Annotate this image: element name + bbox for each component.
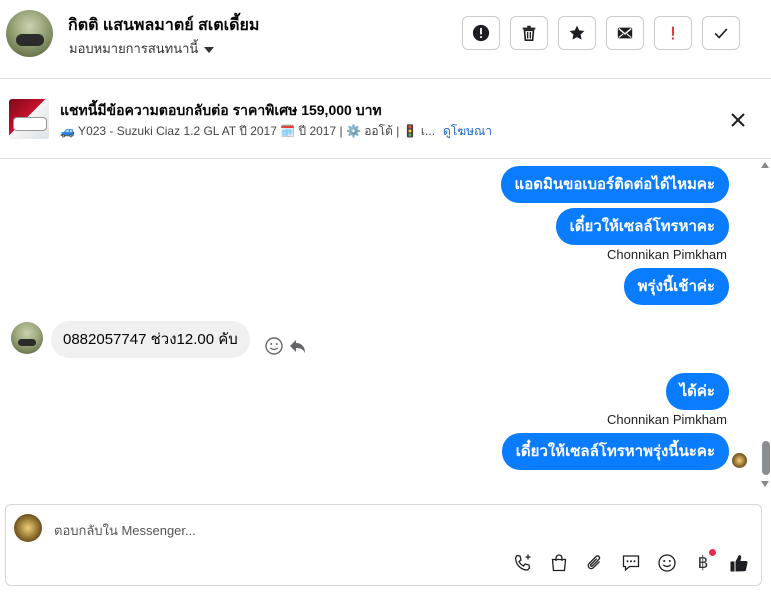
exclamation-icon <box>672 26 674 40</box>
reply-composer[interactable] <box>5 504 762 586</box>
ad-car-thumbnail <box>9 99 49 139</box>
message-icon <box>622 555 640 572</box>
reply-icon[interactable] <box>288 336 308 356</box>
emoji-react-icon[interactable] <box>264 336 284 356</box>
notification-dot <box>709 549 716 556</box>
scroll-down-arrow[interactable] <box>761 481 769 487</box>
mark-unread-button[interactable] <box>606 16 644 50</box>
mark-done-button[interactable] <box>702 16 740 50</box>
outgoing-message[interactable]: เดี๋ยวให้เซลล์โทรหาพรุ่งนี้นะคะ <box>501 433 729 470</box>
outgoing-message[interactable]: พรุ่งนี้เช้าค่ะ <box>623 268 729 305</box>
thumbs-up-icon <box>730 555 748 572</box>
contact-avatar-small <box>11 322 43 354</box>
paperclip-icon <box>587 555 601 570</box>
contact-name[interactable]: กิตติ แสนพลมาตย์ สเตเดี้ยม <box>68 13 259 38</box>
trash-icon <box>522 25 536 42</box>
scroll-up-arrow[interactable] <box>761 162 769 168</box>
sender-name: Chonnikan Pimkham <box>607 247 727 262</box>
outgoing-message[interactable]: แอดมินขอเบอร์ติดต่อได้ไหมคะ <box>500 166 729 203</box>
assign-conversation-label: มอบหมายการสนทนานี้ <box>69 41 199 56</box>
banner-title: แชทนี้มีข้อความตอบกลับต่อ ราคาพิเศษ 159,… <box>60 102 382 118</box>
attach-button[interactable] <box>584 552 606 574</box>
baht-icon: ฿ <box>697 553 709 573</box>
banner-details-row: 🚙 Y023 - Suzuki Ciaz 1.2 GL AT ปี 2017 🗓… <box>60 122 492 141</box>
view-ad-link[interactable]: ดูโฆษณา <box>443 124 492 138</box>
call-button[interactable] <box>512 552 534 574</box>
report-icon <box>472 24 490 42</box>
phone-add-icon <box>514 554 531 571</box>
shop-button[interactable] <box>548 552 570 574</box>
assign-conversation-dropdown[interactable]: มอบหมายการสนทนานี้ <box>69 38 215 59</box>
reply-input[interactable]: ตอบกลับใน Messenger... <box>54 520 196 541</box>
sender-name: Chonnikan Pimkham <box>607 412 727 427</box>
check-icon <box>714 28 728 39</box>
shopping-bag-icon <box>551 554 567 572</box>
contact-avatar[interactable] <box>6 10 53 57</box>
delete-button[interactable] <box>510 16 548 50</box>
outgoing-message[interactable]: เดี๋ยวให้เซลล์โทรหาคะ <box>555 208 729 245</box>
scrollbar-thumb[interactable] <box>762 441 770 475</box>
saved-replies-button[interactable] <box>620 552 642 574</box>
incoming-message[interactable]: 0882057747 ช่วง12.00 คับ <box>51 321 250 358</box>
follow-up-button[interactable] <box>654 16 692 50</box>
close-icon[interactable] <box>728 110 748 130</box>
outgoing-message[interactable]: ได้ค่ะ <box>665 373 729 410</box>
seen-avatar <box>732 453 747 468</box>
like-button[interactable] <box>728 552 750 574</box>
page-avatar <box>14 514 42 542</box>
mail-icon <box>617 27 633 39</box>
star-button[interactable] <box>558 16 596 50</box>
emoji-button[interactable] <box>656 552 678 574</box>
star-icon <box>569 25 585 40</box>
caret-down-icon <box>204 46 215 53</box>
emoji-icon <box>658 554 676 572</box>
report-button[interactable] <box>462 16 500 50</box>
banner-details: 🚙 Y023 - Suzuki Ciaz 1.2 GL AT ปี 2017 🗓… <box>60 124 436 138</box>
